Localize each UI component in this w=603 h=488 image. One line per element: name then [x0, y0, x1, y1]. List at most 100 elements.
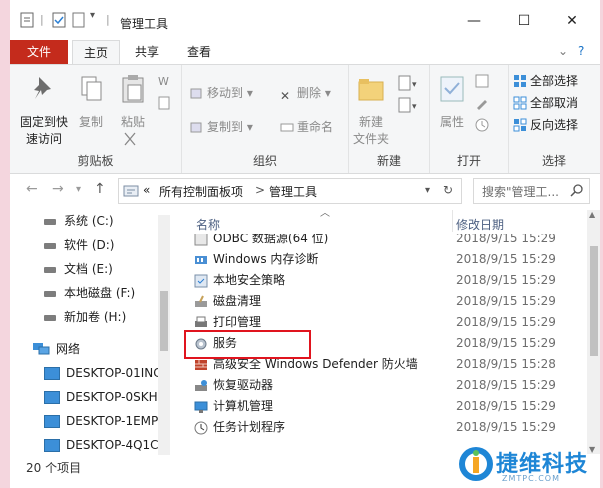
drive-icon — [44, 219, 56, 225]
breadcrumb-admin-tools[interactable]: 管理工具 — [269, 183, 317, 200]
file-row[interactable]: Windows 内存诊断 2018/9/15 15:29 — [180, 249, 580, 270]
file-date: 2018/9/15 15:29 — [456, 420, 556, 434]
scissors-icon[interactable] — [122, 131, 138, 147]
cut-icon[interactable]: W — [156, 73, 174, 89]
explorer-window: | ▾ | 管理工具 — ☐ ✕ 文件 主页 共享 查看 ⌄ ? 固定到快 速访… — [10, 0, 600, 488]
back-arrow-icon[interactable]: ← — [26, 181, 38, 197]
properties-quick-icon[interactable] — [18, 11, 36, 29]
tab-share[interactable]: 共享 — [126, 40, 168, 64]
select-none-button[interactable]: 全部取消 — [513, 93, 578, 113]
close-button[interactable]: ✕ — [550, 6, 594, 36]
easy-access-icon[interactable]: ▾ — [397, 97, 419, 113]
move-to-button[interactable]: 移动到 ▾ — [190, 83, 253, 103]
file-row[interactable]: 本地安全策略 2018/9/15 15:29 — [180, 270, 580, 291]
checkmark-doc-icon[interactable] — [50, 11, 68, 29]
up-arrow-icon[interactable]: ↑ — [94, 181, 106, 197]
new-folder-button[interactable]: 新建 文件夹 — [349, 73, 393, 148]
select-none-label: 全部取消 — [530, 96, 579, 110]
column-header-modified[interactable]: 修改日期 — [456, 210, 576, 234]
chevron-down-icon[interactable]: ▾ — [90, 10, 95, 21]
history-icon[interactable] — [474, 117, 492, 133]
file-row[interactable]: 计算机管理 2018/9/15 15:29 — [180, 396, 580, 417]
file-row[interactable]: 磁盘清理 2018/9/15 15:29 — [180, 291, 580, 312]
column-divider[interactable] — [452, 210, 453, 232]
paste-button[interactable]: 粘贴 — [114, 73, 152, 131]
disk-cleanup-icon — [195, 295, 207, 307]
breadcrumb-overflow[interactable]: « — [143, 183, 150, 197]
task-scheduler-icon — [194, 421, 208, 435]
scroll-up-icon[interactable]: ▲ — [589, 210, 595, 219]
select-all-button[interactable]: 全部选择 — [513, 71, 578, 91]
refresh-icon[interactable]: ↻ — [443, 183, 453, 197]
breadcrumb-all-control-panel[interactable]: 所有控制面板项 — [159, 183, 243, 200]
watermark-logo: 捷维科技 ZMTPC.COM — [456, 442, 601, 488]
invert-selection-label: 反向选择 — [530, 118, 579, 132]
pin-icon — [34, 77, 51, 99]
tab-view[interactable]: 查看 — [178, 40, 220, 64]
file-name: 任务计划程序 — [213, 420, 286, 434]
new-item-icon[interactable]: ▾ — [397, 75, 419, 91]
open-icon[interactable] — [474, 73, 492, 89]
copy-to-label: 复制到 — [207, 120, 244, 134]
nav-drive-c[interactable]: 系统 (C:) — [44, 210, 114, 232]
forward-arrow-icon[interactable]: → — [52, 181, 64, 197]
separator: | — [106, 13, 110, 26]
delete-label: 删除 — [297, 86, 322, 100]
file-date: 2018/9/15 15:29 — [456, 273, 556, 287]
file-row[interactable]: ODBC 数据源(64 位) 2018/9/15 15:29 — [180, 234, 580, 249]
minimize-button[interactable]: — — [452, 6, 496, 36]
logo-icon — [459, 447, 493, 481]
search-box[interactable]: 搜索"管理工... — [473, 178, 590, 204]
tab-file[interactable]: 文件 — [10, 40, 68, 64]
select-all-label: 全部选择 — [530, 74, 579, 88]
new-group-label: 新建 — [376, 154, 401, 168]
invert-selection-icon — [513, 118, 527, 132]
column-modified-label: 修改日期 — [456, 218, 505, 232]
column-name-label: 名称 — [196, 218, 221, 232]
delete-button[interactable]: ✕ 删除 ▾ — [280, 83, 331, 103]
column-header-name[interactable]: 名称 ︿ — [196, 208, 452, 234]
maximize-button[interactable]: ☐ — [502, 6, 546, 36]
copy-button[interactable]: 复制 — [74, 73, 108, 131]
open-group-label: 打开 — [456, 154, 481, 168]
search-icon — [570, 184, 583, 197]
new-folder-quick-icon[interactable] — [72, 11, 86, 29]
rename-icon — [280, 123, 294, 132]
minimize-icon: — — [467, 13, 481, 29]
pin-quick-access-button[interactable]: 固定到快 速访问 — [16, 73, 72, 148]
select-none-icon — [513, 96, 527, 110]
watermark-subtext: ZMTPC.COM — [502, 474, 561, 483]
file-date: 2018/9/15 15:29 — [456, 399, 556, 413]
address-dropdown-icon[interactable]: ▾ — [425, 185, 430, 196]
window-title: 管理工具 — [120, 17, 169, 31]
properties-icon — [440, 76, 464, 102]
breadcrumb-separator-icon[interactable]: > — [255, 183, 265, 197]
file-list-scrollbar[interactable]: ▲ ▼ — [587, 210, 600, 454]
clipboard-group-label: 剪贴板 — [77, 154, 114, 168]
tab-home[interactable]: 主页 — [72, 40, 120, 65]
file-date: 2018/9/15 15:29 — [456, 234, 556, 245]
recent-chevron-icon[interactable]: ▾ — [76, 184, 81, 195]
file-row[interactable]: 任务计划程序 2018/9/15 15:29 — [180, 417, 580, 438]
copy-to-button[interactable]: 复制到 ▾ — [190, 117, 253, 137]
edit-icon[interactable] — [474, 95, 492, 111]
delete-icon: ✕ — [280, 89, 291, 103]
ribbon-collapse-icon[interactable]: ⌄ — [558, 44, 568, 58]
rename-button[interactable]: 重命名 — [280, 117, 333, 137]
close-icon: ✕ — [566, 13, 578, 29]
organize-group-label: 组织 — [252, 154, 277, 168]
open-group: 属性 打开 — [430, 65, 509, 173]
sort-up-icon: ︿ — [320, 208, 330, 219]
memory-diagnostic-icon — [195, 256, 207, 264]
copy-to-icon — [190, 122, 202, 133]
file-row[interactable]: 恢复驱动器 2018/9/15 15:29 — [180, 375, 580, 396]
copy-path-icon[interactable] — [156, 95, 174, 111]
scrollbar-thumb[interactable] — [590, 246, 598, 356]
help-icon[interactable]: ? — [578, 44, 584, 58]
file-date: 2018/9/15 15:29 — [456, 252, 556, 266]
address-bar[interactable]: « 所有控制面板项 > 管理工具 ▾ ↻ — [118, 178, 462, 204]
highlight-box — [184, 330, 311, 359]
invert-selection-button[interactable]: 反向选择 — [513, 115, 578, 135]
copy-icon — [81, 76, 102, 101]
properties-button[interactable]: 属性 — [434, 73, 470, 131]
